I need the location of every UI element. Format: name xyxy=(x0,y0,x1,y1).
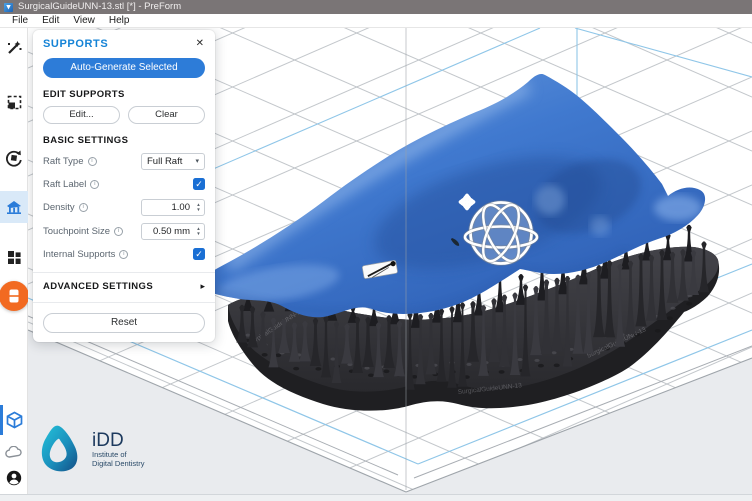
idd-line2: Digital Dentistry xyxy=(92,459,145,468)
raft-label-checkbox[interactable]: ✓ xyxy=(193,178,205,190)
size-scale-tool-icon[interactable] xyxy=(0,90,28,114)
account-icon[interactable] xyxy=(0,466,28,490)
preform-window: SurgicalGuideUNN-13.stl [*] - PreForm Fi… xyxy=(0,0,752,501)
auto-generate-button[interactable]: Auto-Generate Selected xyxy=(43,58,205,78)
divider xyxy=(33,302,215,303)
cloud-icon[interactable] xyxy=(0,440,28,464)
raft-type-label: Raft Type xyxy=(43,156,84,167)
status-bar xyxy=(0,494,752,501)
info-icon[interactable]: i xyxy=(79,203,88,212)
info-icon[interactable]: i xyxy=(119,250,128,259)
raft-label-label: Raft Label xyxy=(43,179,86,190)
menubar: File Edit View Help xyxy=(0,14,752,28)
spinner-down-icon[interactable]: ▼ xyxy=(196,232,200,236)
idd-line1: Institute of xyxy=(92,450,145,459)
info-icon[interactable]: i xyxy=(88,157,97,166)
idd-logo-mark xyxy=(38,424,84,474)
density-row: Density i 1.00 ▲▼ xyxy=(43,199,205,216)
spinner-up-icon[interactable]: ▲ xyxy=(196,203,200,207)
density-stepper[interactable]: 1.00 ▲▼ xyxy=(141,199,205,216)
menu-edit[interactable]: Edit xyxy=(35,14,66,27)
layout-tool-icon[interactable] xyxy=(0,245,28,269)
window-title: SurgicalGuideUNN-13.stl [*] - PreForm xyxy=(18,0,181,14)
basic-settings-heading: BASIC SETTINGS xyxy=(43,135,205,146)
menu-view[interactable]: View xyxy=(66,14,102,27)
dashboard-cube-icon[interactable] xyxy=(0,408,28,432)
edit-supports-heading: EDIT SUPPORTS xyxy=(43,89,205,100)
print-button[interactable] xyxy=(0,281,29,311)
info-icon[interactable]: i xyxy=(114,227,123,236)
preform-app-icon xyxy=(4,3,13,12)
rotate-tool-icon[interactable] xyxy=(0,146,28,170)
internal-supports-label: Internal Supports xyxy=(43,249,115,260)
check-icon: ✓ xyxy=(195,249,203,260)
raft-label-row: Raft Label i ✓ xyxy=(43,177,205,192)
supports-panel: SUPPORTS ✕ Auto-Generate Selected EDIT S… xyxy=(33,30,215,342)
left-toolbar xyxy=(0,28,28,494)
reset-button[interactable]: Reset xyxy=(43,313,205,333)
spinner-up-icon[interactable]: ▲ xyxy=(196,227,200,231)
touchpoint-size-label: Touchpoint Size xyxy=(43,226,110,237)
info-icon[interactable]: i xyxy=(90,180,99,189)
divider xyxy=(33,272,215,273)
menu-help[interactable]: Help xyxy=(102,14,137,27)
panel-title: SUPPORTS xyxy=(43,38,108,50)
touchpoint-size-row: Touchpoint Size i 0.50 mm ▲▼ xyxy=(43,223,205,240)
chevron-right-icon: ▸ xyxy=(200,281,205,292)
touchpoint-size-stepper[interactable]: 0.50 mm ▲▼ xyxy=(141,223,205,240)
viewport-3d[interactable]: SurgicalGuideUNN-13 SurgicalGuideUNN-13 … xyxy=(28,28,752,494)
check-icon: ✓ xyxy=(195,179,203,190)
idd-logo: iDD Institute of Digital Dentistry xyxy=(38,424,145,474)
idd-brand: iDD xyxy=(92,431,145,450)
raft-type-dropdown[interactable]: Full Raft ▾ xyxy=(141,153,205,170)
clear-button[interactable]: Clear xyxy=(128,106,205,124)
advanced-settings-toggle[interactable]: ADVANCED SETTINGS ▸ xyxy=(43,281,205,292)
supports-tool-icon[interactable] xyxy=(0,191,28,223)
internal-supports-checkbox[interactable]: ✓ xyxy=(193,248,205,260)
raft-type-value: Full Raft xyxy=(147,156,182,167)
chevron-down-icon: ▾ xyxy=(195,157,199,165)
spinner-down-icon[interactable]: ▼ xyxy=(196,208,200,212)
density-label: Density xyxy=(43,202,75,213)
close-icon[interactable]: ✕ xyxy=(195,39,205,49)
touchpoint-size-value: 0.50 mm xyxy=(142,226,193,237)
advanced-settings-heading: ADVANCED SETTINGS xyxy=(43,281,153,292)
internal-supports-row: Internal Supports i ✓ xyxy=(43,247,205,262)
edit-button[interactable]: Edit... xyxy=(43,106,120,124)
one-click-print-wand-icon[interactable] xyxy=(0,35,28,59)
titlebar: SurgicalGuideUNN-13.stl [*] - PreForm xyxy=(0,0,752,14)
menu-file[interactable]: File xyxy=(5,14,35,27)
density-value: 1.00 xyxy=(142,202,193,213)
raft-type-row: Raft Type i Full Raft ▾ xyxy=(43,153,205,170)
